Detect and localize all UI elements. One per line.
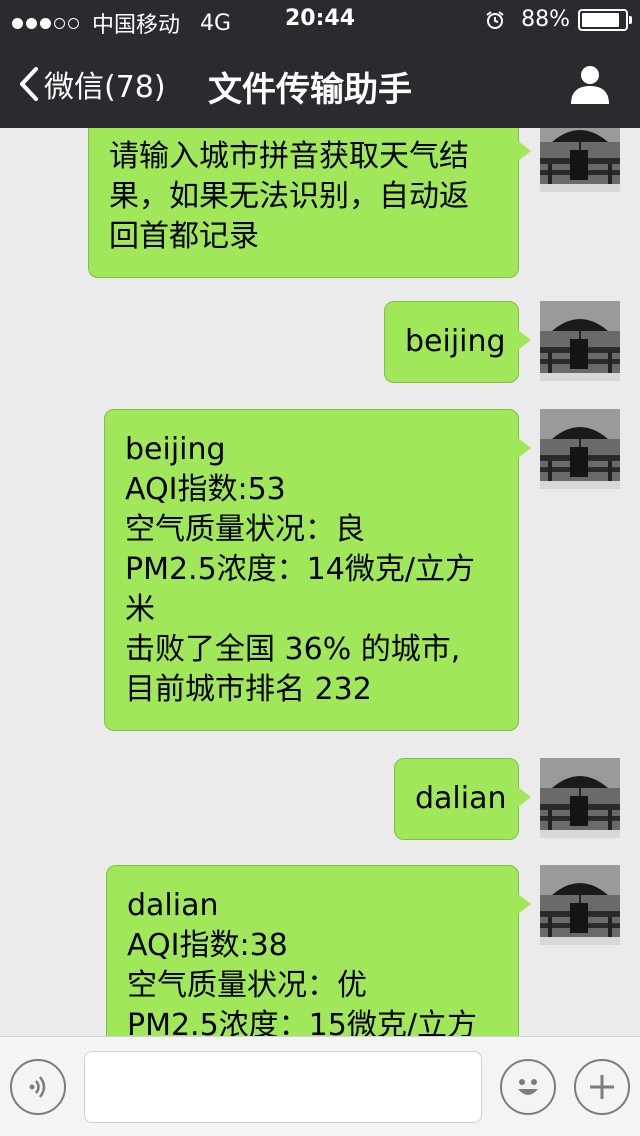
message-line: dalian xyxy=(127,888,219,923)
avatar-image xyxy=(540,758,620,838)
alarm-clock-icon xyxy=(486,10,504,29)
message-line: 空气质量状况：良 xyxy=(125,512,365,547)
back-button[interactable]: 微信(78) xyxy=(18,62,166,106)
message-line: 击败了全国 36% 的城市, xyxy=(125,632,461,667)
person-icon[interactable] xyxy=(568,62,612,106)
message-line: beijing xyxy=(405,324,506,359)
emoji-button[interactable] xyxy=(500,1059,556,1115)
voice-icon xyxy=(29,1076,46,1098)
page-title: 文件传输助手 xyxy=(208,70,412,110)
message-line: 果，如果无法识别，自动返 xyxy=(109,179,469,214)
message-line: 米 xyxy=(125,592,155,627)
avatar[interactable] xyxy=(540,128,620,192)
message-bubble[interactable]: beijing AQI指数:53 空气质量状况：良 PM2.5浓度：14微克/立… xyxy=(104,409,531,731)
more-button[interactable] xyxy=(574,1059,630,1115)
battery-icon xyxy=(578,8,632,31)
message-line: 空气质量状况：优 xyxy=(127,968,367,1003)
avatar-image xyxy=(540,128,620,192)
message-line: dalian xyxy=(415,781,507,816)
message-input[interactable] xyxy=(84,1051,482,1123)
chat-area[interactable]: 请输入城市拼音获取天气结 果，如果无法识别，自动返 回首都记录 beijing xyxy=(0,128,640,1036)
nav-bar: 微信(78) 文件传输助手 xyxy=(0,40,640,128)
message-line: PM2.5浓度：14微克/立方 xyxy=(125,552,475,587)
status-bar: 中国移动 4G 20:44 88% xyxy=(0,0,640,40)
avatar-image xyxy=(540,301,620,381)
message-bubble[interactable]: beijing xyxy=(384,301,531,383)
message-line: beijing xyxy=(125,432,226,467)
message-line: 回首都记录 xyxy=(109,219,259,254)
avatar-image xyxy=(540,409,620,489)
message-line: AQI指数:53 xyxy=(125,472,286,507)
input-bar xyxy=(0,1036,640,1136)
battery-fill xyxy=(582,12,619,27)
avatar[interactable] xyxy=(540,865,620,945)
message-bubble[interactable]: dalian AQI指数:38 空气质量状况：优 PM2.5浓度：15微克/立方 xyxy=(106,865,531,1036)
message-bubble[interactable]: dalian xyxy=(394,758,531,840)
smiley-icon xyxy=(518,1079,538,1095)
plus-icon xyxy=(590,1075,614,1099)
message-line: PM2.5浓度：15微克/立方 xyxy=(127,1008,477,1036)
avatar[interactable] xyxy=(540,409,620,489)
avatar[interactable] xyxy=(540,758,620,838)
top-bar: 中国移动 4G 20:44 88% 微信(78) 文件传输助手 xyxy=(0,0,640,128)
message-line: 请输入城市拼音获取天气结 xyxy=(109,139,469,174)
avatar[interactable] xyxy=(540,301,620,381)
battery-percent: 88% xyxy=(521,7,570,32)
chevron-left-icon xyxy=(20,67,38,101)
message-line: AQI指数:38 xyxy=(127,928,288,963)
message-line: 目前城市排名 232 xyxy=(125,672,372,707)
back-label: 微信(78) xyxy=(44,70,166,105)
status-right: 88% xyxy=(485,7,632,32)
message-bubble[interactable]: 请输入城市拼音获取天气结 果，如果无法识别，自动返 回首都记录 xyxy=(88,128,531,278)
voice-button[interactable] xyxy=(10,1059,66,1115)
avatar-image xyxy=(540,865,620,945)
